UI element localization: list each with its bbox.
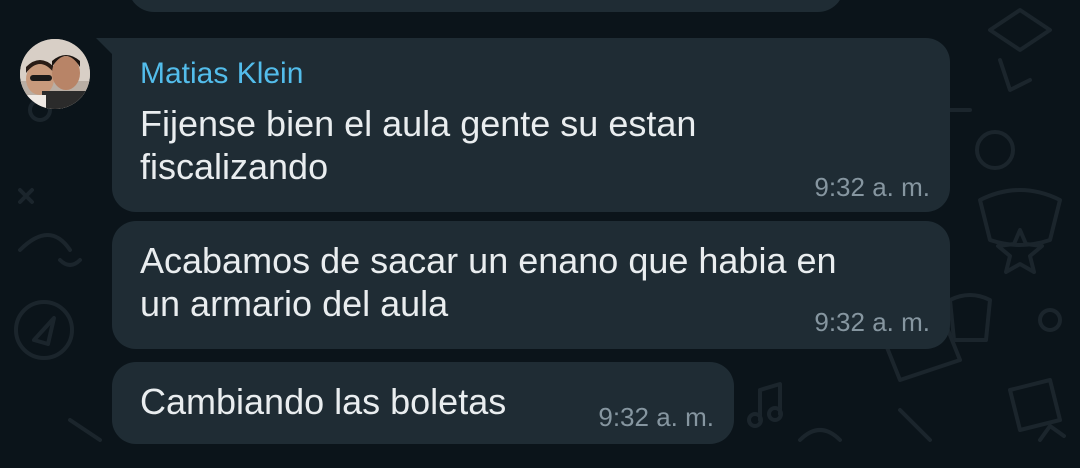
message-text: Fijense bien el aula gente su estan fisc… (140, 102, 696, 188)
message-bubble[interactable]: Cambiando las boletas 9:32 a. m. (112, 362, 734, 444)
message-line: fiscalizando (140, 146, 329, 187)
message-text: Acabamos de sacar un enano que habia en … (140, 239, 837, 325)
message-timestamp: 9:32 a. m. (598, 402, 714, 432)
message-line: un armario del aula (140, 283, 449, 324)
sender-avatar[interactable] (20, 39, 90, 109)
message-bubble[interactable]: Acabamos de sacar un enano que habia en … (112, 221, 950, 349)
avatar-photo (20, 39, 90, 109)
chat-background: Matias Klein Fijense bien el aula gente … (0, 0, 1080, 468)
message-timestamp: 9:32 a. m. (814, 172, 930, 202)
message-timestamp: 9:32 a. m. (814, 307, 930, 337)
message-bubble[interactable]: Matias Klein Fijense bien el aula gente … (112, 38, 950, 212)
sender-name[interactable]: Matias Klein (140, 56, 303, 92)
message-text: Cambiando las boletas (140, 380, 506, 423)
message-line: Acabamos de sacar un enano que habia en (140, 240, 837, 281)
previous-message-bubble[interactable] (128, 0, 844, 12)
message-line: Cambiando las boletas (140, 381, 507, 422)
message-line: Fijense bien el aula gente su estan (140, 103, 697, 144)
